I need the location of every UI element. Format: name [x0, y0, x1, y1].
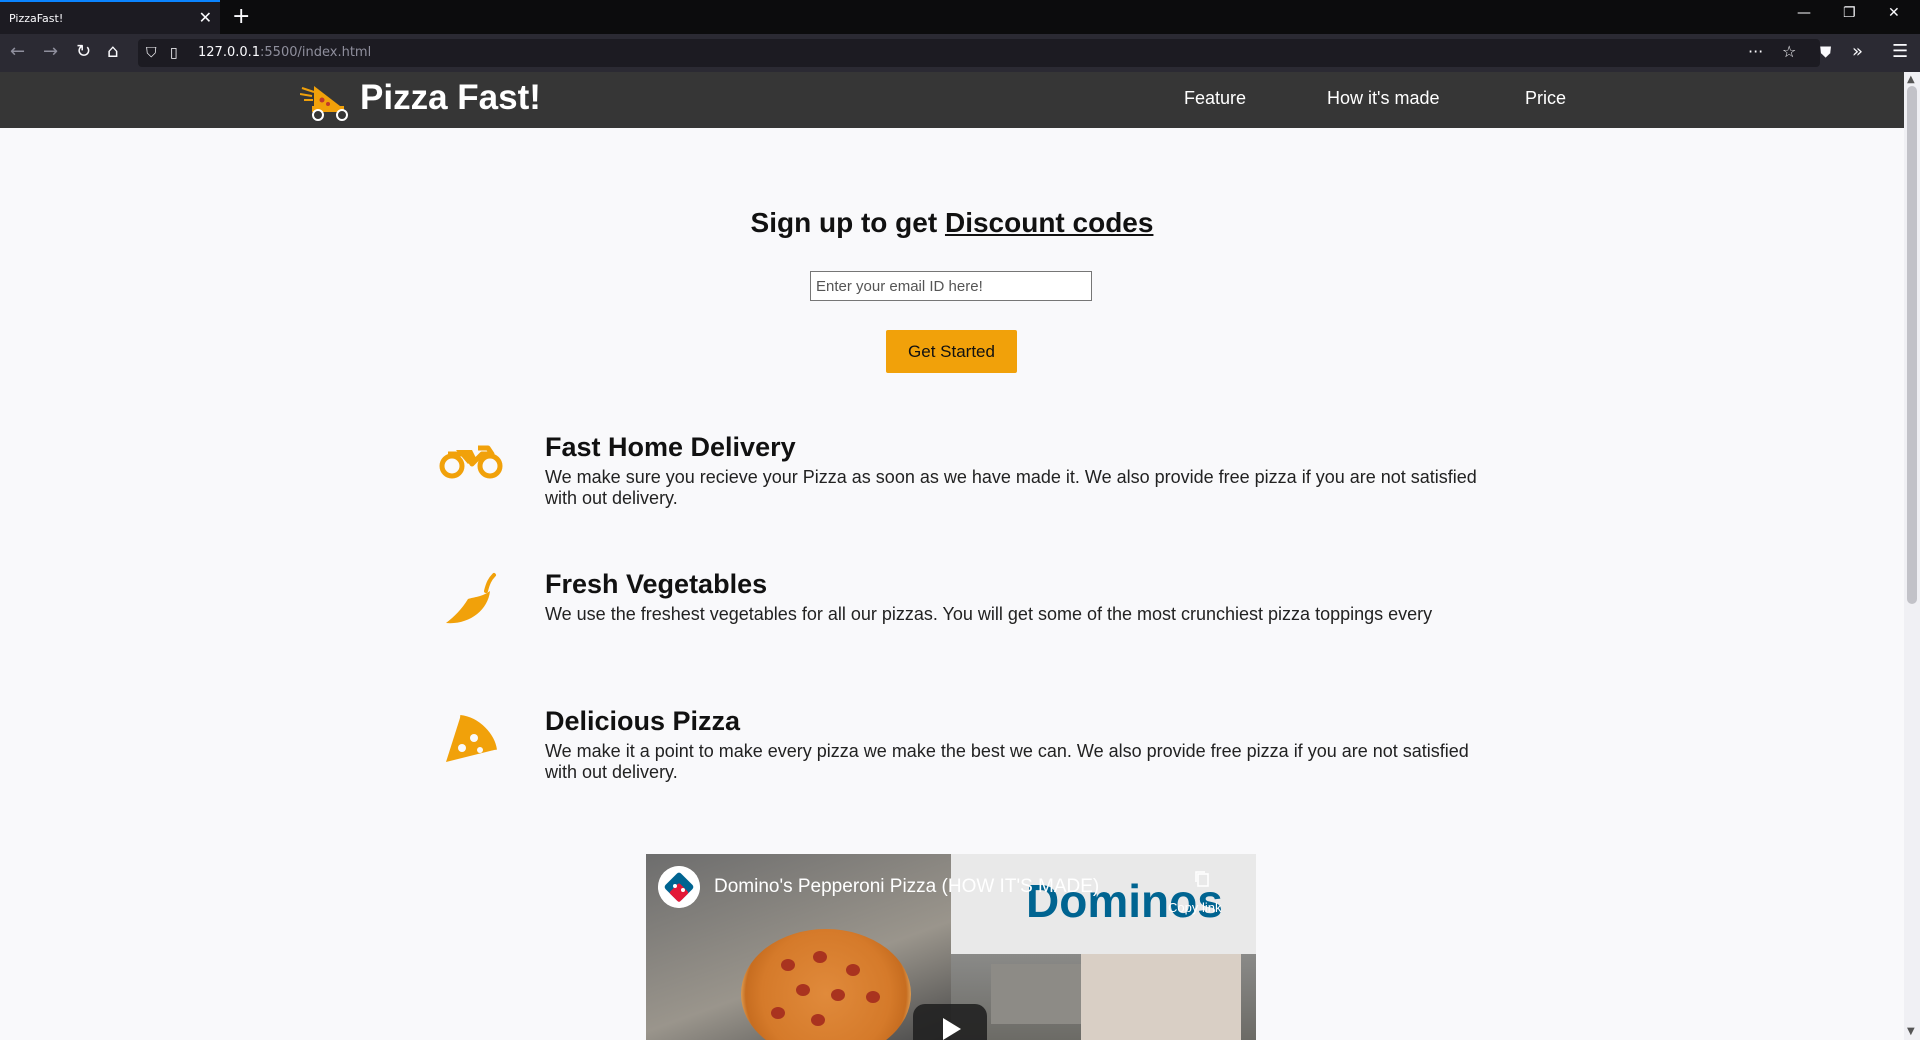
new-tab-icon[interactable]: + [232, 4, 250, 29]
menu-icon[interactable]: ☰ [1892, 42, 1908, 62]
restore-icon[interactable]: ❐ [1843, 5, 1856, 21]
feature-title: Fast Home Delivery [545, 432, 796, 462]
extension-shield-icon[interactable]: ⛊ [1820, 42, 1831, 62]
scroll-up-icon[interactable]: ▲ [1907, 74, 1915, 85]
url-bar[interactable]: ⛉ ▯ 127.0.0.1:5500/index.html ··· ☆ [138, 39, 1820, 67]
video-embed[interactable]: Dominos Domino's Pepperoni Pizza (HOW IT… [646, 854, 1256, 1040]
headline-prefix: Sign up to get [750, 207, 938, 238]
pizza-image [741, 929, 911, 1040]
nav-feature[interactable]: Feature [1184, 88, 1246, 109]
shield-icon[interactable]: ⛉ [146, 43, 157, 63]
url-text[interactable]: 127.0.0.1:5500/index.html [198, 45, 371, 60]
nav-how-its-made[interactable]: How it's made [1327, 88, 1439, 109]
site-header: Pizza Fast! Feature How it's made Price [0, 72, 1904, 128]
video-title[interactable]: Domino's Pepperoni Pizza (HOW IT'S MADE) [714, 876, 1099, 898]
scroll-thumb[interactable] [1907, 86, 1917, 604]
play-icon[interactable] [943, 1018, 961, 1040]
nav-price[interactable]: Price [1525, 88, 1566, 109]
feature-desc: We use the freshest vegetables for all o… [545, 604, 1433, 624]
signup-headline: Sign up to get Discount codes [0, 207, 1904, 239]
scroll-down-icon[interactable]: ▼ [1907, 1026, 1915, 1037]
feature-title: Delicious Pizza [545, 706, 741, 736]
browser-tab[interactable]: PizzaFast! ✕ [0, 0, 220, 34]
browser-tab-bar: PizzaFast! ✕ + — ❐ ✕ [0, 0, 1920, 34]
copy-link-label[interactable]: Copy link [1168, 900, 1221, 915]
bookmark-star-icon[interactable]: ☆ [1782, 42, 1796, 62]
discount-codes-link[interactable]: Discount codes [945, 207, 1153, 238]
pizza-delivery-logo-icon [300, 86, 348, 121]
overflow-icon[interactable]: » [1852, 42, 1863, 62]
page-icon: ▯ [170, 45, 178, 61]
feature-desc: We make it a point to make every pizza w… [545, 741, 1469, 782]
pizza-slice-icon [446, 715, 497, 762]
forward-icon[interactable]: → [43, 42, 58, 62]
feature-desc: We make sure you recieve your Pizza as s… [545, 467, 1477, 508]
page-scrollbar[interactable]: ▲ ▼ [1904, 72, 1920, 1040]
close-tab-icon[interactable]: ✕ [199, 8, 212, 27]
more-actions-icon[interactable]: ··· [1748, 42, 1763, 62]
reload-icon[interactable]: ↻ [76, 42, 91, 62]
browser-nav-bar: ← → ↻ ⌂ ⛉ ▯ 127.0.0.1:5500/index.html ··… [0, 34, 1920, 72]
copy-link-icon[interactable] [1194, 870, 1210, 888]
pepper-icon [446, 573, 496, 624]
tab-title: PizzaFast! [9, 11, 64, 25]
motorcycle-icon [439, 445, 503, 479]
page: Pizza Fast! Feature How it's made Price … [0, 72, 1904, 1040]
back-icon[interactable]: ← [10, 42, 25, 62]
minimize-icon[interactable]: — [1797, 5, 1811, 21]
feature-title: Fresh Vegetables [545, 569, 768, 599]
channel-avatar-icon[interactable] [658, 866, 700, 908]
email-input[interactable] [810, 271, 1092, 301]
brand-title[interactable]: Pizza Fast! [360, 78, 541, 118]
window-close-icon[interactable]: ✕ [1888, 5, 1900, 21]
get-started-button[interactable]: Get Started [886, 330, 1017, 373]
home-icon[interactable]: ⌂ [107, 42, 118, 62]
